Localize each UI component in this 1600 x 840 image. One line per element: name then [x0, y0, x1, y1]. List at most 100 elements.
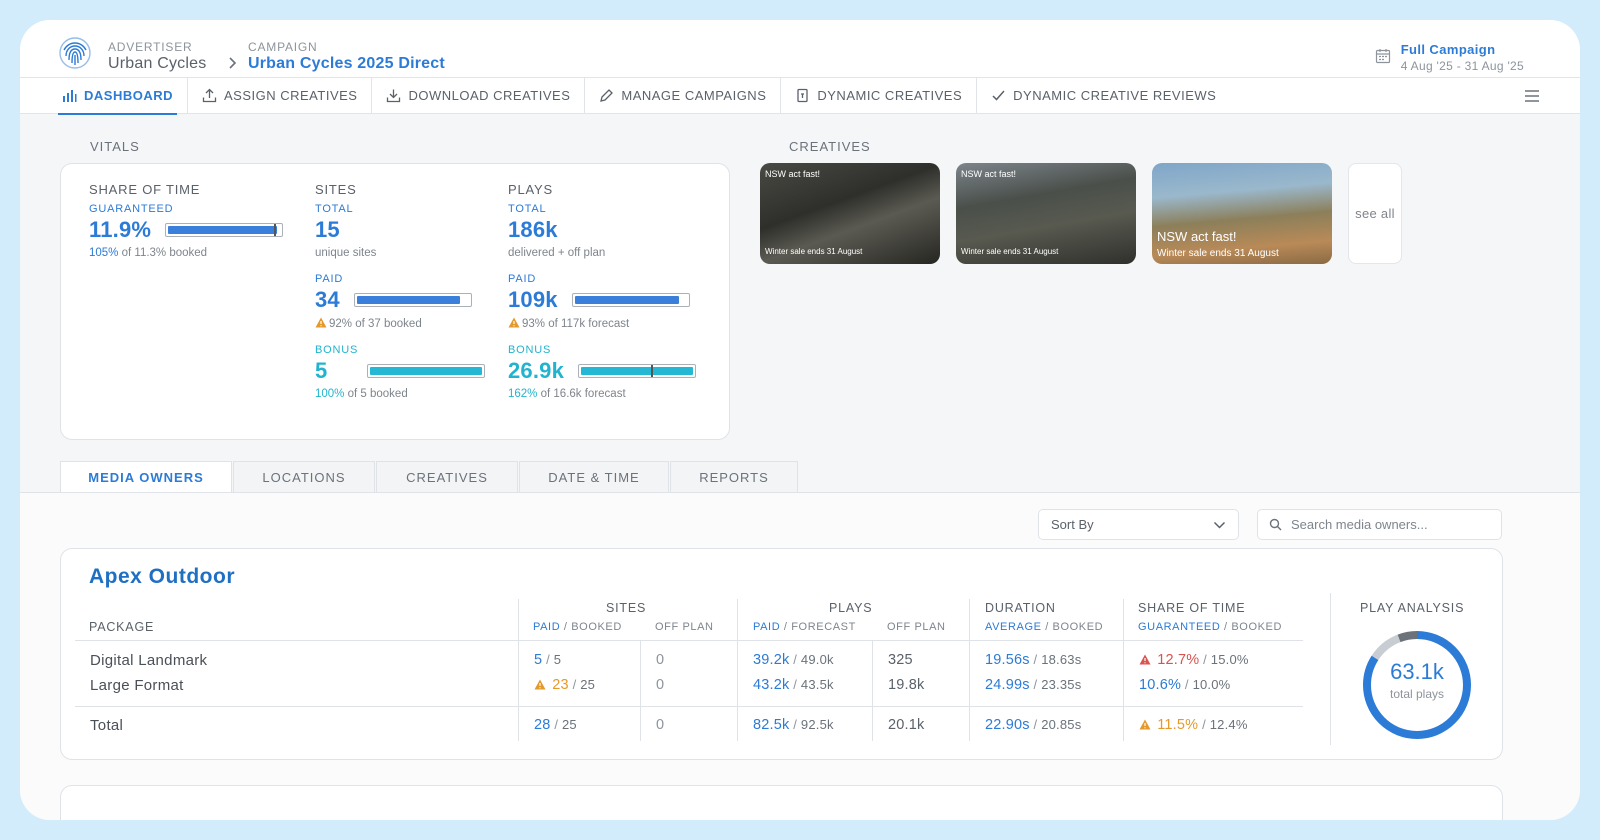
creatives-section-label: CREATIVES — [789, 139, 871, 154]
plays-heading: PLAYS — [508, 182, 553, 197]
sites-paid-note-text: 92% of 37 booked — [329, 318, 422, 330]
tab-reports[interactable]: REPORTS — [670, 461, 798, 492]
column-divider — [640, 641, 641, 741]
hamburger-menu-icon[interactable] — [1524, 89, 1540, 103]
column-divider — [969, 599, 970, 741]
sites-total-value: 15 — [315, 217, 340, 242]
plays-paid-note-text: 93% of 117k forecast — [522, 318, 630, 330]
col-sites-header: SITES — [606, 601, 647, 615]
period-title: Full Campaign — [1400, 42, 1496, 57]
header-divider — [75, 640, 1303, 641]
sites-bonus-label: BONUS — [315, 344, 359, 356]
plays-bonus-note-pct: 162% — [508, 388, 538, 400]
upload-icon — [202, 88, 217, 103]
creative-thumbnail[interactable]: NSW act fast! Winter sale ends 31 August — [956, 163, 1136, 264]
pencil-icon — [600, 89, 614, 102]
col-package-header: PACKAGE — [89, 620, 155, 634]
breadcrumb-advertiser[interactable]: ADVERTISER Urban Cycles — [108, 40, 206, 73]
sort-by-label: Sort By — [1051, 517, 1094, 532]
creative-thumbnail[interactable]: NSW act fast! Winter sale ends 31 August — [760, 163, 940, 264]
warning-icon — [534, 679, 546, 690]
share-booked-marker — [274, 224, 277, 236]
vitals-share-of-time: SHARE OF TIME GUARANTEED 11.9% 105% of 1… — [89, 182, 284, 259]
vitals-sites: SITES TOTAL 15 unique sites PAID 34 92% … — [315, 182, 486, 400]
creative-headline: NSW act fast! — [765, 169, 821, 179]
package-name: Digital Landmark — [90, 652, 208, 669]
plays-total-label: TOTAL — [508, 203, 547, 215]
advertiser-label: ADVERTISER — [108, 40, 193, 54]
fingerprint-logo-icon — [59, 37, 91, 69]
share-subheader: GUARANTEED / BOOKED — [1138, 621, 1283, 633]
col-duration-header: DURATION — [985, 601, 1056, 615]
sites-bonus-fill — [370, 367, 483, 375]
duration-cell: 19.56s / 18.63s — [985, 652, 1082, 668]
period-range: 4 Aug '25 - 31 Aug '25 — [1400, 59, 1524, 73]
period-selector[interactable]: Full Campaign 4 Aug '25 - 31 Aug '25 — [1375, 42, 1524, 73]
app-header: ADVERTISER Urban Cycles CAMPAIGN Urban C… — [20, 20, 1580, 78]
search-icon — [1269, 518, 1282, 531]
tab-date-time[interactable]: DATE & TIME — [519, 461, 669, 492]
play-analysis-header: PLAY ANALYSIS — [1360, 601, 1465, 615]
see-all-creatives-button[interactable]: see all — [1348, 163, 1402, 264]
sites-total-cell: 28 / 25 — [534, 717, 577, 733]
sites-offplan-subheader: OFF PLAN — [655, 621, 714, 633]
plays-paid-bar — [571, 293, 690, 307]
share-total-cell: 11.5% / 12.4% — [1139, 717, 1248, 733]
tab-media-owners[interactable]: MEDIA OWNERS — [60, 461, 232, 492]
nav-download-creatives[interactable]: DOWNLOAD CREATIVES — [372, 77, 586, 114]
sites-offplan-cell: 0 — [656, 652, 665, 668]
sites-cell: 5 / 5 — [534, 652, 562, 668]
sites-heading: SITES — [315, 182, 357, 197]
share-heading: SHARE OF TIME — [89, 182, 201, 197]
download-icon — [387, 89, 401, 103]
breadcrumb-campaign[interactable]: CAMPAIGN Urban Cycles 2025 Direct — [248, 40, 445, 73]
column-divider — [872, 641, 873, 741]
sites-paid-value: 34 — [315, 287, 340, 312]
column-divider — [737, 599, 738, 741]
plays-bonus-note-rest: of 16.6k forecast — [537, 388, 626, 400]
nav-dynamic-creative-reviews[interactable]: DYNAMIC CREATIVE REVIEWS — [977, 78, 1230, 114]
nav-manage-campaigns[interactable]: MANAGE CAMPAIGNS — [585, 77, 782, 114]
share-cell: 10.6% / 10.0% — [1139, 677, 1231, 693]
share-value: 11.9% — [89, 217, 152, 242]
sites-paid-note: 92% of 37 booked — [315, 317, 485, 330]
share-note-pct: 105% — [89, 247, 119, 259]
plays-paid-fill — [574, 296, 679, 304]
tab-locations[interactable]: LOCATIONS — [233, 461, 375, 492]
sites-bonus-note-rest: of 5 booked — [344, 388, 408, 400]
sites-bonus-note-pct: 100% — [315, 388, 345, 400]
play-analysis-donut[interactable] — [1359, 627, 1475, 743]
nav-assign-creatives[interactable]: ASSIGN CREATIVES — [188, 77, 373, 114]
package-name: Large Format — [90, 677, 184, 694]
sites-paid-bar — [353, 293, 472, 307]
creative-subline: Winter sale ends 31 August — [765, 247, 863, 256]
sites-total-note: unique sites — [315, 247, 377, 259]
plays-forecast-marker — [651, 365, 654, 377]
warning-icon — [508, 317, 520, 328]
sites-subheader: PAID / BOOKED — [533, 621, 622, 633]
plays-paid-value: 109k — [508, 287, 558, 312]
duration-subheader: AVERAGE / BOOKED — [985, 621, 1104, 633]
plays-bonus-label: BONUS — [508, 344, 552, 356]
plays-offplan-cell: 325 — [888, 652, 913, 668]
chevron-right-icon — [229, 57, 237, 69]
share-progress-bar — [165, 223, 284, 237]
plays-bonus-bar — [578, 364, 697, 378]
media-owner-name[interactable]: Apex Outdoor — [89, 565, 235, 589]
vitals-section-label: VITALS — [90, 139, 140, 154]
creative-thumbnail[interactable]: NSW act fast! Winter sale ends 31 August — [1152, 163, 1332, 264]
tab-creatives[interactable]: CREATIVES — [376, 461, 518, 492]
search-media-owners-input[interactable] — [1257, 509, 1502, 540]
plays-subheader: PAID / FORECAST — [753, 621, 856, 633]
warning-icon — [315, 317, 327, 328]
plays-total-cell: 82.5k / 92.5k — [753, 717, 834, 733]
total-label: Total — [90, 717, 124, 734]
nav-dynamic-creatives[interactable]: DYNAMIC CREATIVES — [781, 77, 978, 114]
warning-icon — [1139, 654, 1151, 665]
app-window: ADVERTISER Urban Cycles CAMPAIGN Urban C… — [20, 20, 1580, 820]
sort-by-dropdown[interactable]: Sort By — [1038, 509, 1239, 540]
plays-paid-label: PAID — [508, 273, 537, 285]
plays-bonus-fill — [581, 367, 694, 375]
plays-cell: 43.2k / 43.5k — [753, 677, 834, 693]
nav-dashboard[interactable]: DASHBOARD — [48, 77, 188, 115]
